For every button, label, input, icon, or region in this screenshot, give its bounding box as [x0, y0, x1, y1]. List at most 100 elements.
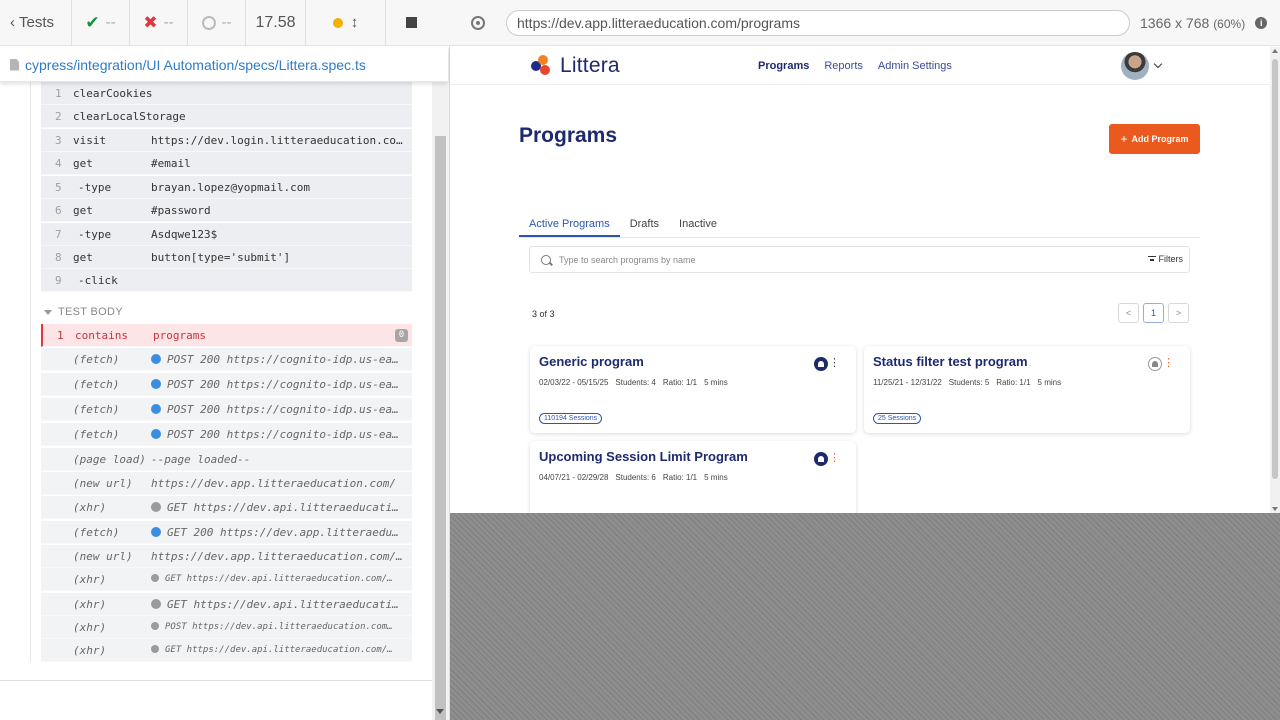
- command-row[interactable]: 8 get button[type='submit']: [41, 246, 412, 269]
- event-row[interactable]: (fetch) GET 200 https://dev.app.litteraed…: [41, 521, 412, 544]
- stop-button[interactable]: [386, 0, 436, 46]
- command-name: -type: [78, 227, 112, 241]
- search-input[interactable]: Type to search programs by name Filters: [529, 246, 1190, 273]
- auto-scroll-control[interactable]: ↕: [306, 0, 386, 46]
- page-title: Programs: [519, 124, 618, 147]
- more-options-icon[interactable]: ⋮: [1163, 358, 1174, 369]
- event-type: (xhr): [73, 643, 107, 657]
- element-count-badge: 0: [395, 328, 408, 342]
- avatar[interactable]: [1121, 52, 1149, 80]
- tests-label: Tests: [19, 14, 55, 31]
- more-options-icon[interactable]: ⋮: [829, 358, 840, 369]
- status-dot-icon: [151, 428, 161, 439]
- command-row[interactable]: 7 -type Asdqwe123$: [41, 223, 412, 246]
- event-row[interactable]: (fetch) POST 200 https://cognito-idp.us-e…: [41, 423, 412, 446]
- program-ratio: Ratio: 1/1: [662, 473, 698, 482]
- tab-active-programs[interactable]: Active Programs: [519, 213, 620, 237]
- url-field[interactable]: https://dev.app.litteraeducation.com/pro…: [506, 9, 1130, 36]
- collapse-triangle-icon: [44, 309, 52, 315]
- program-title[interactable]: Generic program: [539, 354, 644, 369]
- event-type: (xhr): [73, 500, 107, 514]
- command-row[interactable]: 1 clearCookies: [41, 82, 412, 105]
- spec-path[interactable]: cypress/integration/UI Automation/specs/…: [25, 57, 366, 73]
- program-title[interactable]: Upcoming Session Limit Program: [539, 449, 748, 464]
- program-card[interactable]: Upcoming Session Limit Program ⋮ 04/07/2…: [530, 441, 856, 513]
- tests-button[interactable]: ‹ Tests: [0, 0, 72, 46]
- event-type: (fetch): [73, 402, 120, 416]
- nav-programs[interactable]: Programs: [758, 60, 809, 72]
- event-row[interactable]: (new url) https://dev.app.litteraeducatio…: [41, 545, 412, 568]
- event-type: (new url): [73, 549, 133, 563]
- test-body-header[interactable]: TEST BODY: [44, 303, 123, 321]
- tab-drafts[interactable]: Drafts: [620, 213, 669, 237]
- nav-admin-settings[interactable]: Admin Settings: [878, 60, 952, 72]
- passed-stat: ✔ --: [72, 0, 130, 46]
- scroll-down-arrow-icon[interactable]: [436, 709, 444, 714]
- page-1-button[interactable]: 1: [1143, 303, 1164, 323]
- up-down-arrow-icon[interactable]: ↕: [351, 14, 359, 31]
- event-row[interactable]: (xhr) GET https://dev.api.litteraeducati…: [41, 593, 412, 616]
- event-type: (fetch): [73, 352, 120, 366]
- sessions-badge: 25 Sessions: [873, 413, 922, 424]
- selector-playground-button[interactable]: [450, 15, 506, 30]
- event-row[interactable]: (xhr) GET https://dev.api.litteraeducati…: [41, 496, 412, 519]
- next-page-button[interactable]: >: [1168, 303, 1189, 323]
- event-row[interactable]: (xhr) GET https://dev.api.litteraeducatio…: [41, 639, 412, 662]
- event-message: POST 200 https://cognito-idp.us-ea…: [167, 352, 399, 366]
- command-row[interactable]: 9 -click: [41, 269, 412, 292]
- command-message: brayan.lopez@yopmail.com: [151, 180, 310, 194]
- scroll-down-arrow-icon[interactable]: [1272, 507, 1278, 511]
- tab-inactive[interactable]: Inactive: [669, 213, 727, 237]
- event-row[interactable]: (xhr) GET https://dev.api.litteraeducatio…: [41, 568, 412, 591]
- event-row[interactable]: (fetch) POST 200 https://cognito-idp.us-e…: [41, 398, 412, 421]
- main-nav: Programs Reports Admin Settings: [758, 60, 952, 72]
- event-row[interactable]: (fetch) POST 200 https://cognito-idp.us-e…: [41, 373, 412, 396]
- chevron-down-icon[interactable]: [1153, 59, 1163, 69]
- command-number: 1: [55, 86, 62, 100]
- spec-path-bar[interactable]: cypress/integration/UI Automation/specs/…: [0, 48, 448, 82]
- app-scrollbar[interactable]: [1270, 47, 1280, 513]
- event-row[interactable]: (page load) --page loaded--: [41, 448, 412, 471]
- program-card[interactable]: Status filter test program ⋮ 11/25/21 - …: [864, 346, 1190, 433]
- program-title[interactable]: Status filter test program: [873, 354, 1028, 369]
- event-row[interactable]: (fetch) POST 200 https://cognito-idp.us-e…: [41, 348, 412, 371]
- prev-page-button[interactable]: <: [1118, 303, 1139, 323]
- status-dot-icon: [151, 622, 159, 630]
- failed-command-row[interactable]: 1 contains programs 0: [41, 324, 412, 347]
- command-row[interactable]: 2 clearLocalStorage: [41, 105, 412, 128]
- program-card[interactable]: Generic program ⋮ 02/03/22 - 05/15/25 St…: [530, 346, 856, 433]
- status-dot-icon: [151, 598, 161, 609]
- nav-reports[interactable]: Reports: [824, 60, 863, 72]
- event-row[interactable]: (new url) https://dev.app.litteraeducatio…: [41, 472, 412, 495]
- info-icon[interactable]: i: [1255, 16, 1268, 29]
- event-row[interactable]: (xhr) POST https://dev.api.litteraeducati…: [41, 616, 412, 639]
- add-program-label: Add Program: [1131, 134, 1189, 144]
- check-icon: ✔: [85, 12, 100, 32]
- command-number: 9: [55, 273, 62, 287]
- plus-icon: +: [1120, 132, 1128, 146]
- program-ratio: Ratio: 1/1: [996, 378, 1031, 387]
- program-meta: 02/03/22 - 05/15/25 Students: 4 Ratio: 1…: [539, 378, 728, 387]
- command-log: 1 clearCookies 2 clearLocalStorage 3 visit h…: [0, 82, 432, 680]
- event-type: (xhr): [73, 620, 107, 634]
- stop-icon: [405, 17, 417, 28]
- add-program-button[interactable]: + Add Program: [1109, 124, 1200, 154]
- scroll-up-arrow-icon[interactable]: [1272, 49, 1278, 53]
- command-row[interactable]: 3 visit https://dev.login.litteraeducation…: [41, 129, 412, 152]
- command-row[interactable]: 4 get #email: [41, 152, 412, 175]
- notification-bell-icon[interactable]: [814, 357, 828, 371]
- sessions-badge: 110194 Sessions: [539, 413, 603, 424]
- command-row[interactable]: 5 -type brayan.lopez@yopmail.com: [41, 176, 412, 199]
- command-row[interactable]: 6 get #password: [41, 199, 412, 222]
- notification-bell-icon[interactable]: [814, 452, 828, 466]
- littera-logo[interactable]: Littera: [531, 54, 620, 78]
- scrollbar-thumb[interactable]: [1272, 59, 1278, 479]
- notification-bell-off-icon[interactable]: [1148, 357, 1162, 371]
- scrollbar-thumb[interactable]: [435, 136, 446, 720]
- more-options-icon[interactable]: ⋮: [829, 453, 840, 464]
- reporter-scrollbar[interactable]: [432, 48, 449, 720]
- passed-count: --: [105, 14, 116, 31]
- event-type: (page load): [73, 452, 146, 466]
- user-menu[interactable]: [1121, 52, 1163, 80]
- filters-button[interactable]: Filters: [1147, 254, 1183, 264]
